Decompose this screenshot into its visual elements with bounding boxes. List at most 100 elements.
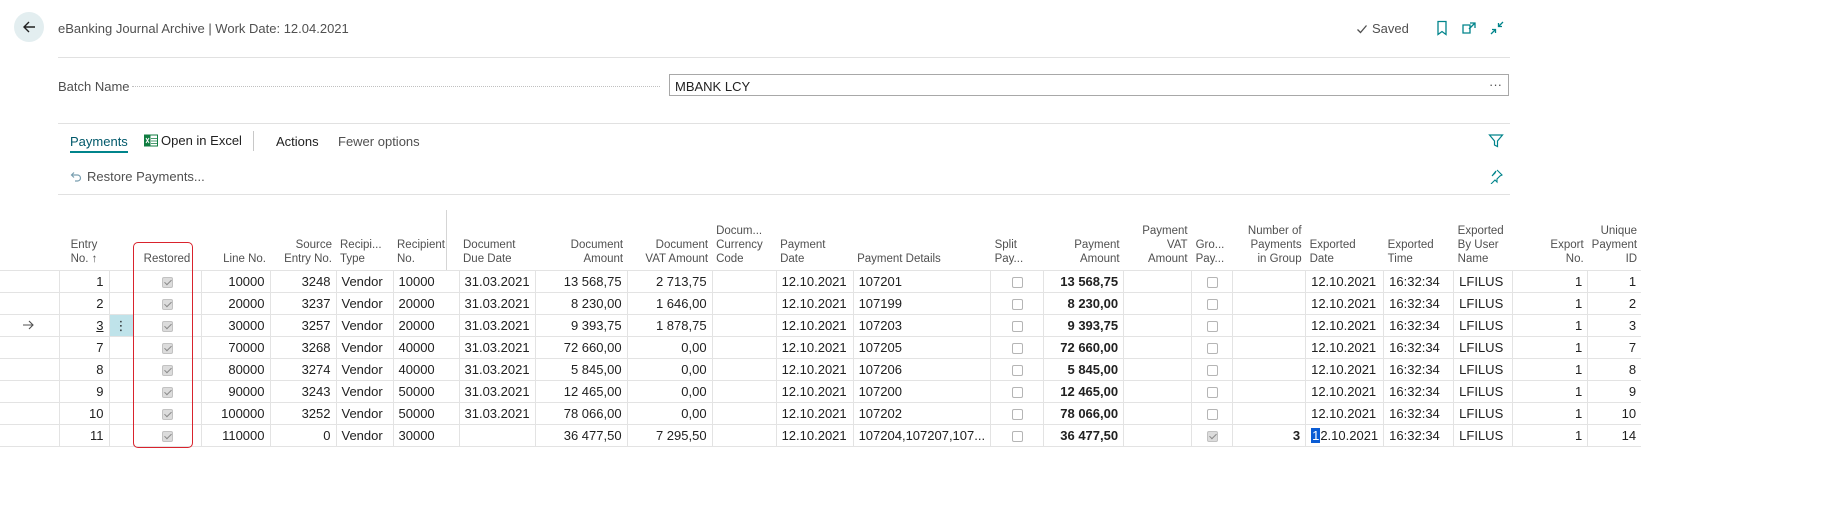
exported-time-cell[interactable]: 16:32:34 xyxy=(1383,424,1454,447)
group-payment-checkbox[interactable] xyxy=(1191,292,1233,315)
export-no-cell[interactable]: 1 xyxy=(1512,402,1588,425)
payment-vat-amount-cell[interactable] xyxy=(1123,270,1192,293)
entry-no-cell[interactable]: 8 xyxy=(58,358,109,381)
open-new-window-icon[interactable] xyxy=(1459,18,1479,38)
line-no-cell[interactable]: 70000 xyxy=(200,336,270,359)
group-payment-checkbox[interactable] xyxy=(1191,314,1233,337)
number-of-payments-cell[interactable] xyxy=(1232,358,1306,381)
entry-no-value[interactable]: 3 xyxy=(96,318,103,333)
recipient-no-cell[interactable]: 20000 xyxy=(392,314,459,337)
document-amount-cell[interactable]: 8 230,00 xyxy=(534,292,628,315)
back-button[interactable] xyxy=(14,12,44,42)
col-exported-date[interactable]: Exported Date xyxy=(1306,222,1384,271)
fewer-options-button[interactable]: Fewer options xyxy=(338,134,420,149)
unique-payment-id-cell[interactable]: 8 xyxy=(1587,358,1642,381)
payment-details-cell[interactable]: 107200 xyxy=(852,380,991,403)
source-entry-no-cell[interactable]: 0 xyxy=(269,424,336,447)
recipient-type-cell[interactable]: Vendor xyxy=(335,292,393,315)
exported-by-user-cell[interactable]: LFILUS xyxy=(1453,336,1513,359)
number-of-payments-cell[interactable] xyxy=(1232,402,1306,425)
group-payment-checkbox[interactable] xyxy=(1191,336,1233,359)
payment-date-cell[interactable]: 12.10.2021 xyxy=(775,380,854,403)
exported-date-cell[interactable]: 12.10.2021 xyxy=(1305,358,1384,381)
col-entry-no[interactable]: Entry No. ↑ xyxy=(59,222,109,271)
col-document-amount[interactable]: Document Amount xyxy=(535,222,627,271)
split-payment-checkbox[interactable] xyxy=(990,402,1044,425)
col-payment-date[interactable]: Payment Date xyxy=(776,222,853,271)
recipient-no-cell[interactable]: 10000 xyxy=(392,270,459,293)
payment-date-cell[interactable]: 12.10.2021 xyxy=(775,358,854,381)
exported-time-cell[interactable]: 16:32:34 xyxy=(1383,314,1454,337)
split-payment-checkbox[interactable] xyxy=(990,270,1044,293)
payment-details-cell[interactable]: 107201 xyxy=(852,270,991,293)
document-amount-cell[interactable]: 9 393,75 xyxy=(534,314,628,337)
recipient-type-cell[interactable]: Vendor xyxy=(335,424,393,447)
document-due-date-cell[interactable]: 31.03.2021 xyxy=(458,402,536,425)
exported-by-user-cell[interactable]: LFILUS xyxy=(1453,380,1513,403)
payment-amount-cell[interactable]: 36 477,50 xyxy=(1043,424,1124,447)
number-of-payments-cell[interactable] xyxy=(1232,380,1306,403)
currency-code-cell[interactable] xyxy=(711,270,777,293)
recipient-type-cell[interactable]: Vendor xyxy=(335,358,393,381)
col-payment-vat-amount[interactable]: Payment VAT Amount xyxy=(1124,222,1192,271)
source-entry-no-cell[interactable]: 3252 xyxy=(269,402,336,425)
split-payment-checkbox[interactable] xyxy=(990,358,1044,381)
exported-time-cell[interactable]: 16:32:34 xyxy=(1383,270,1454,293)
exported-date-cell[interactable]: 12.10.2021 xyxy=(1305,292,1384,315)
currency-code-cell[interactable] xyxy=(711,336,777,359)
payment-amount-cell[interactable]: 5 845,00 xyxy=(1043,358,1124,381)
table-row[interactable]: 1 10000 3248 Vendor 10000 31.03.2021 13 568,75… xyxy=(0,270,1642,293)
entry-no-cell[interactable]: 3 xyxy=(58,314,109,337)
restored-checkbox[interactable] xyxy=(132,314,201,337)
exported-date-cell[interactable]: 12.10.2021 xyxy=(1305,424,1384,447)
group-payment-check-icon[interactable] xyxy=(1206,365,1218,377)
export-no-cell[interactable]: 1 xyxy=(1512,336,1588,359)
payment-details-cell[interactable]: 107203 xyxy=(852,314,991,337)
exported-by-user-cell[interactable]: LFILUS xyxy=(1453,402,1513,425)
payment-vat-amount-cell[interactable] xyxy=(1123,358,1192,381)
currency-code-cell[interactable] xyxy=(711,292,777,315)
exported-time-cell[interactable]: 16:32:34 xyxy=(1383,336,1454,359)
col-group-payment[interactable]: Gro... Pay... xyxy=(1192,222,1233,271)
exported-time-cell[interactable]: 16:32:34 xyxy=(1383,380,1454,403)
recipient-no-cell[interactable]: 50000 xyxy=(392,380,459,403)
col-export-no[interactable]: Export No. xyxy=(1513,222,1588,271)
number-of-payments-cell[interactable]: 3 xyxy=(1232,424,1306,447)
split-payment-check-icon[interactable] xyxy=(1011,387,1023,399)
number-of-payments-cell[interactable] xyxy=(1232,314,1306,337)
col-line-no[interactable]: Line No. xyxy=(201,222,270,271)
restored-checkbox[interactable] xyxy=(132,358,201,381)
restored-check-icon[interactable] xyxy=(161,387,173,399)
exported-date-cell[interactable]: 12.10.2021 xyxy=(1305,314,1384,337)
payment-vat-amount-cell[interactable] xyxy=(1123,402,1192,425)
currency-code-cell[interactable] xyxy=(711,358,777,381)
table-row[interactable]: 7 70000 3268 Vendor 40000 31.03.2021 72 660,00… xyxy=(0,336,1642,359)
source-entry-no-cell[interactable]: 3257 xyxy=(269,314,336,337)
line-no-cell[interactable]: 10000 xyxy=(200,270,270,293)
document-amount-cell[interactable]: 12 465,00 xyxy=(534,380,628,403)
payment-date-cell[interactable]: 12.10.2021 xyxy=(775,314,854,337)
document-due-date-cell[interactable]: 31.03.2021 xyxy=(458,314,536,337)
export-no-cell[interactable]: 1 xyxy=(1512,270,1588,293)
col-exported-time[interactable]: Exported Time xyxy=(1384,222,1454,271)
unique-payment-id-cell[interactable]: 1 xyxy=(1587,270,1642,293)
recipient-type-cell[interactable]: Vendor xyxy=(335,314,393,337)
col-split-payment[interactable]: Split Pay... xyxy=(991,222,1044,271)
col-exported-by-user[interactable]: Exported By User Name xyxy=(1454,222,1513,271)
document-due-date-cell[interactable]: 31.03.2021 xyxy=(458,270,536,293)
open-in-excel-button[interactable]: Open in Excel xyxy=(144,133,242,148)
payment-date-cell[interactable]: 12.10.2021 xyxy=(775,270,854,293)
payment-vat-amount-cell[interactable] xyxy=(1123,314,1192,337)
source-entry-no-cell[interactable]: 3274 xyxy=(269,358,336,381)
currency-code-cell[interactable] xyxy=(711,380,777,403)
restored-checkbox[interactable] xyxy=(132,336,201,359)
group-payment-check-icon[interactable] xyxy=(1206,321,1218,333)
filter-icon[interactable] xyxy=(1488,133,1504,149)
group-payment-checkbox[interactable] xyxy=(1191,402,1233,425)
pin-icon[interactable] xyxy=(1488,168,1504,185)
unique-payment-id-cell[interactable]: 2 xyxy=(1587,292,1642,315)
document-vat-amount-cell[interactable]: 1 878,75 xyxy=(626,314,713,337)
line-no-cell[interactable]: 110000 xyxy=(200,424,270,447)
restored-check-icon[interactable] xyxy=(161,277,173,289)
payment-details-cell[interactable]: 107199 xyxy=(852,292,991,315)
